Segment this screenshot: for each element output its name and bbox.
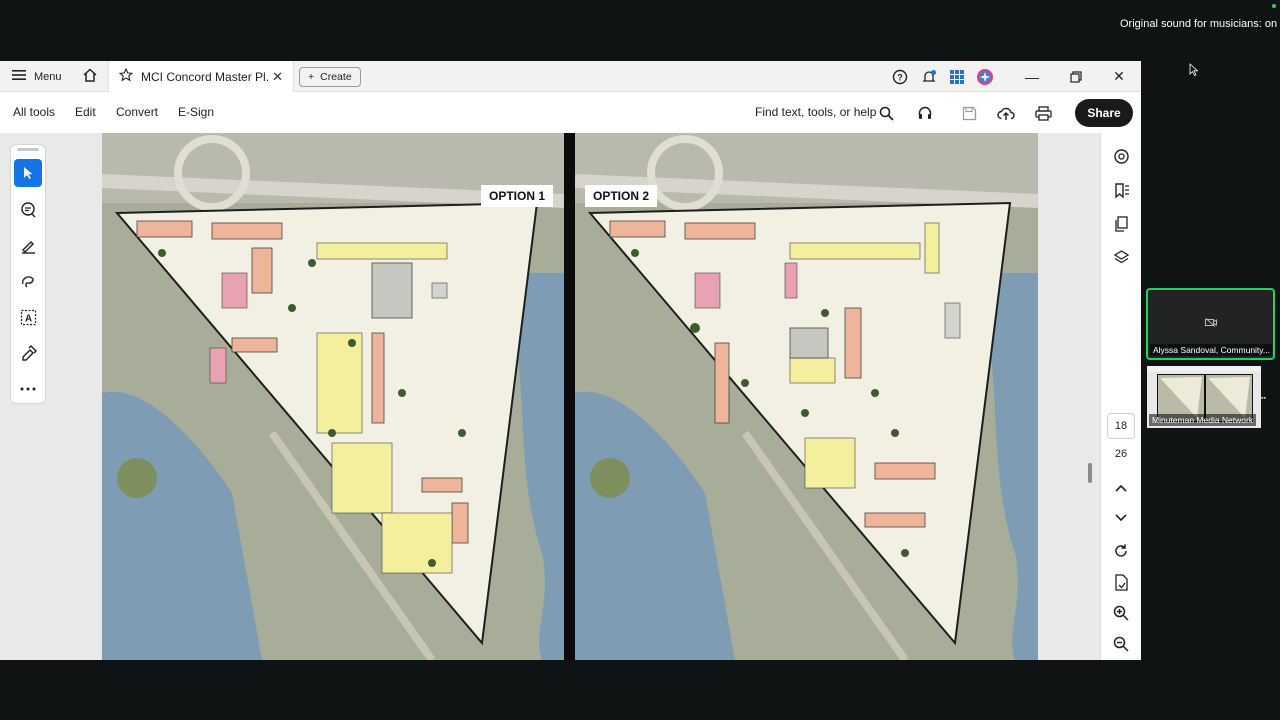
help-icon[interactable]: ? — [890, 67, 910, 87]
quick-tools-rail: A — [10, 144, 46, 404]
all-tools-link[interactable]: All tools — [13, 105, 55, 119]
close-window-icon[interactable]: ✕ — [1097, 61, 1141, 92]
recording-indicator — [1272, 4, 1276, 8]
select-cursor-icon[interactable] — [14, 159, 42, 187]
option-1-label: OPTION 1 — [481, 185, 554, 207]
notifications-bell-icon[interactable] — [919, 67, 939, 87]
more-options-icon[interactable]: ▪▪ — [1261, 395, 1266, 402]
participant-tile-active-speaker[interactable]: Alyssa Sandoval, Community... — [1146, 288, 1275, 360]
home-icon — [82, 67, 98, 86]
site-plan-option-1: OPTION 1 — [102, 133, 564, 660]
convert-link[interactable]: Convert — [116, 105, 158, 119]
total-pages: 26 — [1114, 448, 1128, 460]
camera-off-icon — [1205, 318, 1217, 328]
plus-icon: + — [308, 71, 315, 83]
participant-name: Minuteman Media Network — [1149, 414, 1257, 426]
rotate-refresh-icon[interactable] — [1110, 540, 1132, 562]
original-sound-notice: Original sound for musicians: on — [1120, 18, 1278, 30]
vertical-scrollbar-thumb[interactable] — [1088, 463, 1092, 483]
search-icon[interactable] — [876, 103, 896, 123]
previous-page-icon[interactable] — [1110, 477, 1132, 499]
ai-assistant-icon[interactable] — [975, 67, 995, 87]
text-box-icon[interactable]: A — [14, 303, 42, 331]
svg-text:?: ? — [897, 73, 903, 83]
cloud-upload-icon[interactable] — [996, 103, 1016, 123]
page-thumbnails-icon[interactable] — [1110, 213, 1132, 235]
mouse-cursor-icon — [1189, 63, 1199, 81]
save-icon[interactable] — [959, 103, 979, 123]
comment-panel-icon[interactable] — [1110, 145, 1132, 167]
home-button[interactable] — [80, 61, 100, 92]
apps-grid-icon[interactable] — [947, 67, 967, 87]
highlight-pen-icon[interactable] — [14, 231, 42, 259]
participant-name: Alyssa Sandoval, Community... — [1150, 344, 1272, 356]
zoom-out-icon[interactable] — [1110, 633, 1132, 655]
participant-tile-screen-share[interactable]: Minuteman Media Network — [1147, 366, 1261, 428]
pdf-page: OPTION 1 OPTION 2 — [102, 133, 1038, 660]
current-page-input[interactable]: 18 — [1107, 413, 1135, 439]
menu-label: Menu — [34, 70, 62, 83]
create-button[interactable]: + Create — [299, 67, 361, 87]
esign-link[interactable]: E-Sign — [178, 105, 214, 119]
tab-bar: Menu MCI Concord Master Pl... ✕ + Create… — [0, 61, 1141, 92]
hamburger-icon — [12, 69, 26, 84]
find-search-input[interactable]: Find text, tools, or help — [755, 105, 876, 119]
edit-link[interactable]: Edit — [75, 105, 96, 119]
document-tab[interactable]: MCI Concord Master Pl... ✕ — [108, 61, 294, 92]
right-sidebar: 18 26 — [1100, 133, 1141, 660]
fill-sign-icon[interactable] — [14, 339, 42, 367]
add-comment-icon[interactable] — [14, 195, 42, 223]
zoom-in-icon[interactable] — [1110, 602, 1132, 624]
bookmarks-icon[interactable] — [1110, 179, 1132, 201]
minimize-icon[interactable]: — — [1010, 61, 1054, 92]
acrobat-window: Menu MCI Concord Master Pl... ✕ + Create… — [0, 61, 1141, 660]
share-button[interactable]: Share — [1075, 99, 1133, 127]
svg-text:A: A — [24, 313, 31, 324]
read-aloud-headphones-icon[interactable] — [915, 103, 935, 123]
option-2-label: OPTION 2 — [585, 185, 658, 207]
print-icon[interactable] — [1033, 103, 1053, 123]
main-toolbar: All tools Edit Convert E-Sign Find text,… — [0, 93, 1141, 133]
close-tab-icon[interactable]: ✕ — [272, 69, 283, 85]
next-page-icon[interactable] — [1110, 507, 1132, 529]
layers-icon[interactable] — [1110, 246, 1132, 268]
restore-icon[interactable] — [1054, 61, 1098, 92]
document-tab-title: MCI Concord Master Pl... — [141, 69, 269, 84]
rail-grip[interactable] — [17, 148, 39, 151]
star-icon[interactable] — [118, 67, 134, 85]
document-area: A OPTION 1 OPTION 2 18 26 — [0, 133, 1141, 660]
draw-freehand-icon[interactable] — [14, 267, 42, 295]
create-label: Create — [320, 71, 352, 83]
menu-button[interactable]: Menu — [12, 61, 62, 92]
site-plan-option-2: OPTION 2 — [575, 133, 1038, 660]
more-tools-icon[interactable] — [14, 375, 42, 403]
page-extract-icon[interactable] — [1110, 571, 1132, 593]
